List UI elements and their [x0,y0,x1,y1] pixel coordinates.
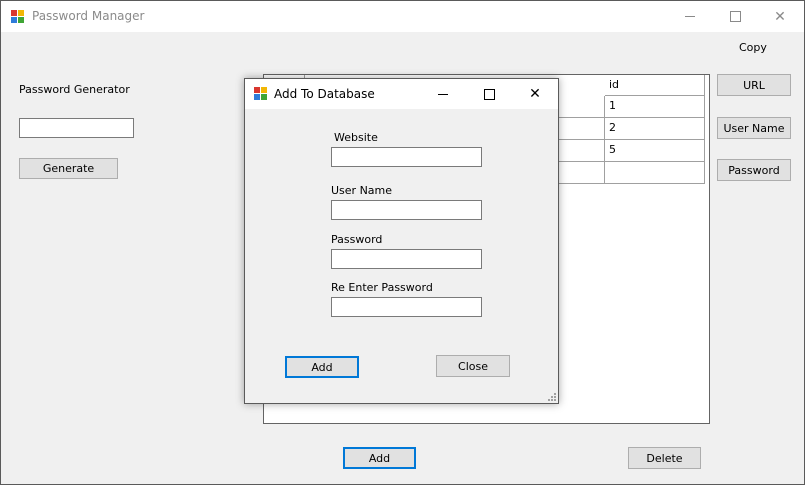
window-title: Password Manager [32,9,145,23]
grid-cell-id[interactable]: 1 [605,96,705,118]
password-generator-label: Password Generator [19,83,130,96]
dialog-minimize-button[interactable] [420,79,466,109]
app-icon [11,10,25,24]
website-label: Website [334,131,378,144]
app-icon [254,87,268,101]
password-field[interactable] [331,249,482,269]
dialog-close-button[interactable]: ✕ [512,79,558,109]
copy-password-button[interactable]: Password [717,159,791,181]
grid-cell-id[interactable]: 5 [605,140,705,162]
website-field[interactable] [331,147,482,167]
copy-label: Copy [739,41,767,54]
dialog-add-button[interactable]: Add [285,356,359,378]
copy-url-button[interactable]: URL [717,74,791,96]
delete-button[interactable]: Delete [628,447,701,469]
minimize-button[interactable] [667,1,713,32]
password-label: Password [331,233,383,246]
copy-username-button[interactable]: User Name [717,117,791,139]
dialog-maximize-button[interactable] [466,79,512,109]
add-button[interactable]: Add [343,447,416,469]
maximize-button[interactable] [712,1,758,32]
reenter-password-field[interactable] [331,297,482,317]
minimize-icon [438,93,448,95]
generate-button[interactable]: Generate [19,158,118,179]
username-label: User Name [331,184,393,197]
grid-header-id[interactable]: id [605,75,705,96]
grid-cell-id[interactable]: 2 [605,118,705,140]
maximize-icon [483,88,495,100]
dialog-close-action-button[interactable]: Close [436,355,510,377]
close-icon: ✕ [774,8,786,25]
grid-cell-id[interactable] [605,162,705,184]
resize-grip-icon[interactable] [546,391,556,401]
maximize-icon [729,11,741,22]
close-button[interactable]: ✕ [757,1,803,32]
add-to-database-dialog: Add To Database ✕ Website User Name Pass… [244,78,559,404]
dialog-title-bar: Add To Database ✕ [245,79,558,109]
reenter-password-label: Re Enter Password [331,281,433,294]
dialog-title: Add To Database [274,87,375,101]
minimize-icon [685,16,695,17]
title-bar: Password Manager ✕ [1,1,804,32]
generated-password-field[interactable] [19,118,134,138]
close-icon: ✕ [529,86,541,102]
username-field[interactable] [331,200,482,220]
